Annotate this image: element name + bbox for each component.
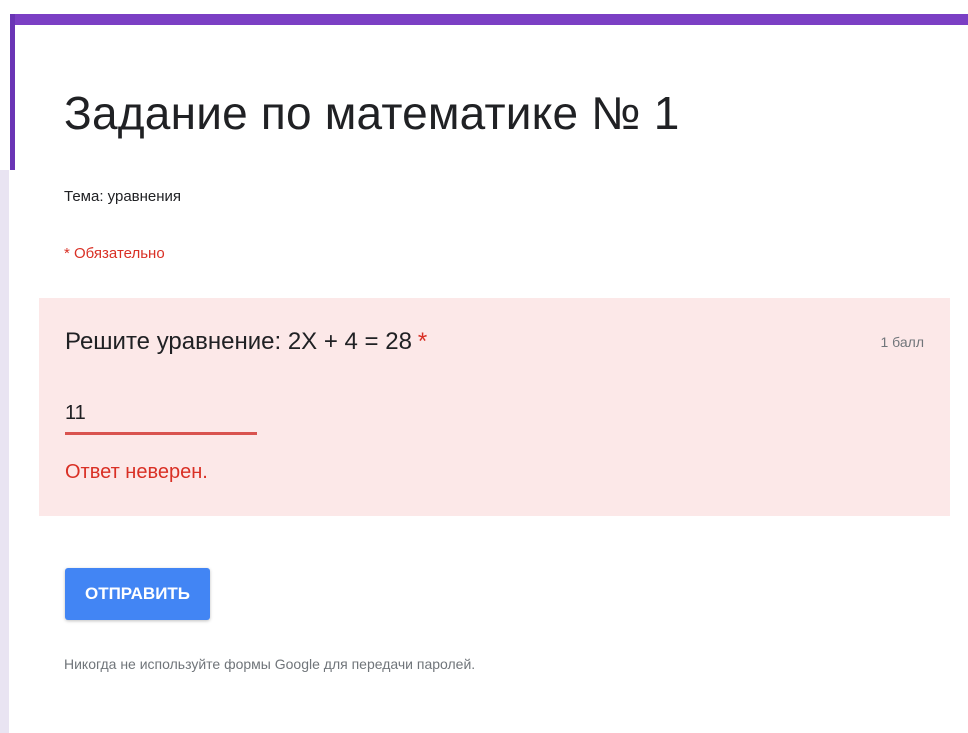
form-page: Задание по математике № 1 Тема: уравнени… [0,0,968,733]
required-star: * [417,328,428,355]
question-text: Решите уравнение: 2X + 4 = 28 [65,328,412,355]
required-note: * Обязательно [64,245,165,262]
answer-input[interactable]: 11 [65,398,257,435]
submit-button[interactable]: ОТПРАВИТЬ [65,568,210,620]
page-left-edge [0,170,9,733]
answer-feedback: Ответ неверен. [65,461,208,483]
password-warning-note: Никогда не используйте формы Google для … [64,656,476,672]
question-points: 1 балл [880,334,925,350]
form-title: Задание по математике № 1 [64,87,680,139]
top-strip [0,0,968,14]
theme-accent-left-edge [10,14,15,170]
form-description: Тема: уравнения [64,188,182,205]
question-title: Решите уравнение: 2X + 4 = 28 * [65,328,427,356]
theme-accent-bar [10,14,968,25]
question-card: Решите уравнение: 2X + 4 = 28 * 1 балл 11… [39,298,950,516]
